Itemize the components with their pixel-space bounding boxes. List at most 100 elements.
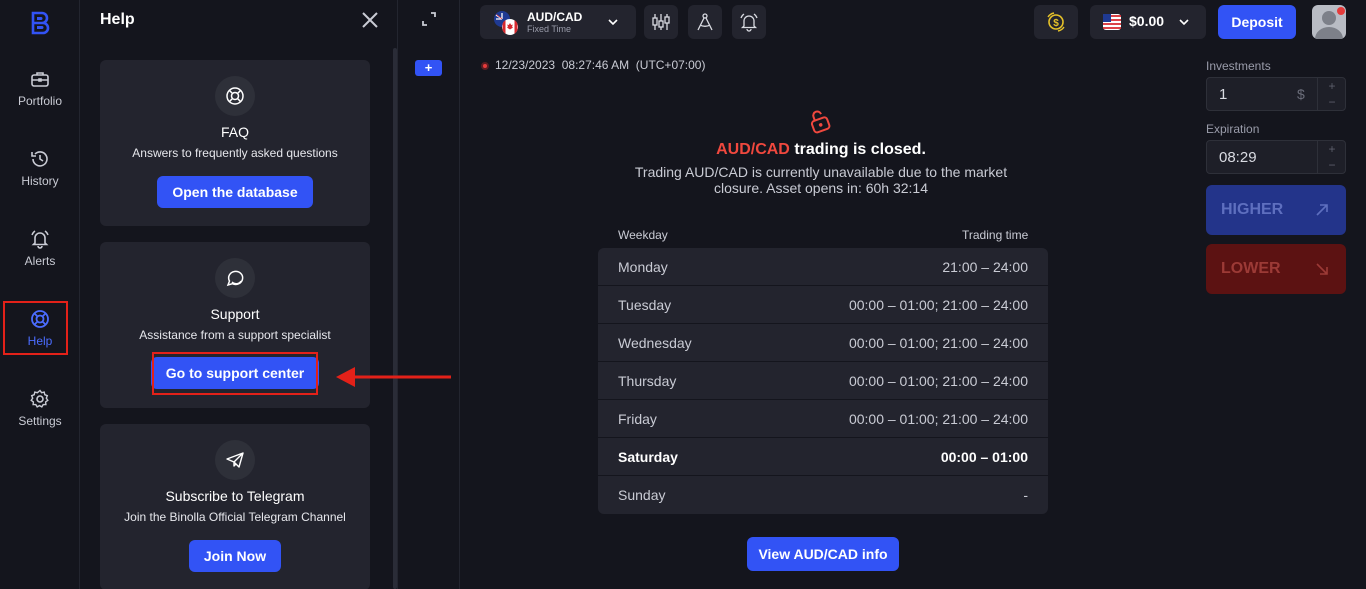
decrease-button[interactable]: − <box>1318 157 1346 173</box>
weekday-cell: Tuesday <box>618 297 672 313</box>
weekday-cell: Friday <box>618 411 657 427</box>
support-subtitle: Assistance from a support specialist <box>139 328 331 342</box>
investments-value: 1 <box>1219 86 1228 103</box>
time-cell: 00:00 – 01:00; 21:00 – 24:00 <box>848 373 1028 389</box>
history-icon <box>31 151 48 167</box>
indicators-button[interactable] <box>644 5 678 39</box>
faq-title: FAQ <box>220 124 249 140</box>
balance-value: $0.00 <box>1129 13 1165 29</box>
weekday-cell: Thursday <box>618 373 677 389</box>
table-row: Wednesday 00:00 – 01:00; 21:00 – 24:00 <box>598 324 1048 362</box>
add-chart-button[interactable]: + <box>415 60 442 76</box>
asset-type: Fixed Time <box>527 24 572 34</box>
time-cell: 00:00 – 01:00; 21:00 – 24:00 <box>848 297 1028 313</box>
weekday-cell: Sunday <box>618 487 666 503</box>
briefcase-icon <box>31 72 49 87</box>
table-row: Thursday 00:00 – 01:00; 21:00 – 24:00 <box>598 362 1048 400</box>
nav-label: Alerts <box>24 254 56 268</box>
closed-asset: AUD/CAD <box>716 141 790 158</box>
increase-button[interactable]: + <box>1318 78 1346 94</box>
closed-text: trading is closed. <box>794 141 926 158</box>
table-row: Friday 00:00 – 01:00; 21:00 – 24:00 <box>598 400 1048 438</box>
price-alerts-button[interactable] <box>732 5 766 39</box>
drawing-tools-button[interactable] <box>688 5 722 39</box>
help-highlight-box <box>3 301 68 355</box>
increase-button[interactable]: + <box>1318 141 1346 157</box>
close-icon[interactable] <box>360 10 380 30</box>
view-asset-info-button[interactable]: View AUD/CAD info <box>747 537 899 571</box>
nav-label: History <box>21 174 59 188</box>
live-dot-icon <box>481 62 489 70</box>
time-cell: 00:00 – 01:00 <box>940 449 1028 465</box>
panel-scrollbar[interactable] <box>393 48 397 589</box>
table-row: Tuesday 00:00 – 01:00; 21:00 – 24:00 <box>598 286 1048 324</box>
nav-item-alerts[interactable]: Alerts <box>0 228 80 288</box>
expiration-stepper: + − <box>1317 141 1346 173</box>
candles-icon <box>652 14 670 30</box>
us-flag-icon <box>1103 14 1121 30</box>
table-row: Sunday - <box>598 476 1048 514</box>
nav-item-portfolio[interactable]: Portfolio <box>0 68 80 128</box>
support-highlight-box <box>152 352 318 395</box>
chevron-down-icon <box>1179 19 1189 26</box>
weekday-cell: Saturday <box>618 449 678 465</box>
aud-cad-flag-icon <box>494 11 518 35</box>
lower-button[interactable]: LOWER <box>1206 244 1346 294</box>
time-cell: 00:00 – 01:00; 21:00 – 24:00 <box>848 411 1028 427</box>
binolla-logo[interactable] <box>28 10 52 36</box>
cashback-button[interactable]: $ <box>1034 5 1078 39</box>
faq-card: FAQ Answers to frequently asked question… <box>100 60 370 226</box>
time-cell: 21:00 – 24:00 <box>942 259 1028 275</box>
chevron-down-icon <box>608 19 618 26</box>
expiration-value: 08:29 <box>1219 149 1257 166</box>
nav-label: Portfolio <box>17 94 63 108</box>
open-database-button[interactable]: Open the database <box>157 176 313 208</box>
coin-exchange-icon: $ <box>1047 12 1065 32</box>
weekday-header: Weekday <box>618 228 668 242</box>
help-panel: Help FAQ Answers to frequently asked que… <box>80 0 398 589</box>
notification-dot <box>1337 7 1345 15</box>
lower-label: LOWER <box>1221 260 1281 277</box>
higher-button[interactable]: HIGHER <box>1206 185 1346 235</box>
asset-selector[interactable]: AUD/CAD Fixed Time <box>480 5 636 39</box>
expand-icon[interactable] <box>420 10 438 28</box>
currency-unit: $ <box>1297 86 1305 102</box>
join-now-button[interactable]: Join Now <box>188 540 282 572</box>
arrow-down-right-icon <box>1316 263 1328 275</box>
balance-selector[interactable]: $0.00 <box>1090 5 1206 39</box>
weekday-cell: Wednesday <box>618 335 692 351</box>
investments-field[interactable]: 1 $ + − <box>1206 77 1346 111</box>
telegram-title: Subscribe to Telegram <box>165 488 305 504</box>
asset-name: AUD/CAD <box>527 10 583 24</box>
bell-icon <box>31 230 49 249</box>
trading-hours-table: Monday 21:00 – 24:00 Tuesday 00:00 – 01:00… <box>598 248 1048 514</box>
higher-label: HIGHER <box>1221 201 1284 218</box>
nav-item-history[interactable]: History <box>0 148 80 208</box>
weekday-cell: Monday <box>618 259 668 275</box>
table-row-current: Saturday 00:00 – 01:00 <box>598 438 1048 476</box>
telegram-icon <box>215 440 255 480</box>
datetime-text: 12/23/2023 08:27:46 AM (UTC+07:00) <box>495 58 706 72</box>
server-time: 12/23/2023 08:27:46 AM (UTC+07:00) <box>481 58 705 72</box>
support-card: Support Assistance from a support specia… <box>100 242 370 408</box>
closed-heading: AUD/CAD trading is closed. <box>560 141 1082 159</box>
compass-icon <box>697 13 713 31</box>
chat-icon <box>215 258 255 298</box>
deposit-button[interactable]: Deposit <box>1218 5 1296 39</box>
arrow-up-right-icon <box>1316 204 1328 216</box>
faq-subtitle: Answers to frequently asked questions <box>132 146 338 160</box>
expiration-label: Expiration <box>1206 122 1260 136</box>
panel-title: Help <box>100 11 135 28</box>
decrease-button[interactable]: − <box>1318 94 1346 110</box>
telegram-subtitle: Join the Binolla Official Telegram Chann… <box>124 510 346 524</box>
time-cell: - <box>1023 487 1028 503</box>
expiration-field[interactable]: 08:29 + − <box>1206 140 1346 174</box>
nav-label: Settings <box>18 414 62 428</box>
table-row: Monday 21:00 – 24:00 <box>598 248 1048 286</box>
nav-item-settings[interactable]: Settings <box>0 388 80 448</box>
investments-label: Investments <box>1206 59 1271 73</box>
unlocked-lock-icon <box>810 110 831 134</box>
chart-tools-column: + <box>398 0 460 589</box>
telegram-card: Subscribe to Telegram Join the Binolla O… <box>100 424 370 589</box>
time-cell: 00:00 – 01:00; 21:00 – 24:00 <box>848 335 1028 351</box>
